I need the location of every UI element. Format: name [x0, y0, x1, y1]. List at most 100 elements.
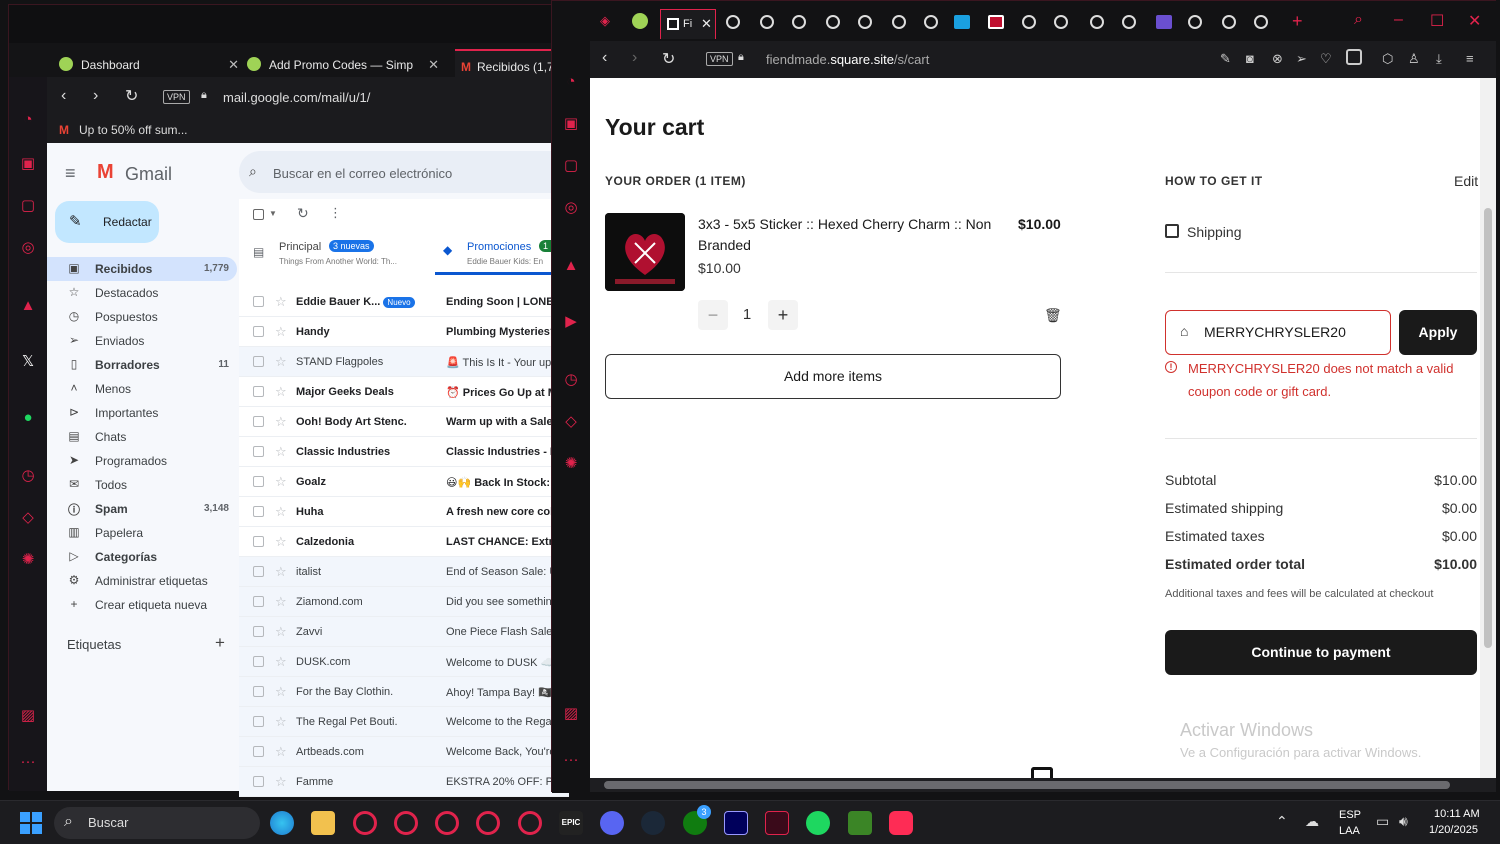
- more-icon[interactable]: ···: [19, 753, 37, 771]
- star-icon[interactable]: ☆: [275, 354, 287, 370]
- settings-icon[interactable]: ✺: [19, 551, 37, 569]
- tab-icon[interactable]: [1054, 15, 1068, 29]
- row-checkbox[interactable]: [253, 356, 264, 367]
- new-tab-icon[interactable]: +: [1292, 11, 1303, 32]
- block-icon[interactable]: ⊗: [1272, 51, 1283, 67]
- email-row[interactable]: ☆ Ziamond.com Did you see something: [239, 587, 569, 617]
- tab-square-cart[interactable]: Fi ✕: [660, 9, 716, 39]
- email-row[interactable]: ☆ The Regal Pet Bouti. Welcome to the Rega…: [239, 707, 569, 737]
- row-checkbox[interactable]: [253, 386, 264, 397]
- tab-icon[interactable]: [760, 15, 774, 29]
- aria-icon[interactable]: ▲: [19, 297, 37, 315]
- tab-icon[interactable]: [988, 15, 1004, 29]
- maximize-icon[interactable]: ☐: [1430, 11, 1444, 31]
- horizontal-scrollbar[interactable]: [590, 778, 1496, 792]
- minecraft-icon[interactable]: [848, 811, 872, 835]
- opera-gx-icon[interactable]: [435, 811, 459, 835]
- edit-link[interactable]: Edit: [1454, 173, 1478, 189]
- edge-icon[interactable]: [270, 811, 294, 835]
- back-icon[interactable]: ‹: [61, 87, 66, 105]
- opera-gx-icon[interactable]: [476, 811, 500, 835]
- tab-icon[interactable]: [726, 15, 740, 29]
- star-icon[interactable]: ☆: [275, 624, 287, 640]
- windows-start-icon[interactable]: [20, 812, 42, 834]
- clock-date[interactable]: 1/20/2025: [1429, 824, 1478, 836]
- star-icon[interactable]: ☆: [275, 534, 287, 550]
- forward-icon[interactable]: ›: [632, 49, 637, 67]
- close-tab-icon[interactable]: ✕: [428, 57, 439, 73]
- nav-item[interactable]: ➢ Enviados: [47, 329, 237, 353]
- star-icon[interactable]: ☆: [275, 474, 287, 490]
- bag-icon[interactable]: ▣: [562, 115, 580, 133]
- minimize-icon[interactable]: –: [1394, 11, 1403, 29]
- discord-icon[interactable]: [600, 811, 624, 835]
- opera-gx-icon[interactable]: [394, 811, 418, 835]
- nav-item[interactable]: ▯ Borradores 11: [47, 353, 237, 377]
- tab-icon[interactable]: [954, 15, 970, 29]
- send-icon[interactable]: ➢: [1296, 51, 1307, 67]
- bag-icon[interactable]: ▣: [19, 155, 37, 173]
- nav-item[interactable]: ➤ Programados: [47, 449, 237, 473]
- tab-promo-codes[interactable]: Add Promo Codes — Simp ✕: [235, 49, 447, 77]
- product-thumbnail[interactable]: [605, 213, 685, 291]
- email-row[interactable]: ☆ Major Geeks Deals ⏰ Prices Go Up at M: [239, 377, 569, 407]
- email-row[interactable]: ☆ italist End of Season Sale: Up: [239, 557, 569, 587]
- wallet-icon[interactable]: [1346, 49, 1362, 65]
- row-checkbox[interactable]: [253, 746, 264, 757]
- row-checkbox[interactable]: [253, 776, 264, 787]
- nav-item[interactable]: + Crear etiqueta nueva: [47, 593, 237, 617]
- add-more-items-button[interactable]: Add more items: [605, 354, 1061, 399]
- speed-dial-icon[interactable]: ◔: [562, 73, 580, 91]
- nav-item[interactable]: ▷ Categorías: [47, 545, 237, 569]
- refresh-icon[interactable]: ↻: [297, 205, 309, 222]
- search-icon[interactable]: ⌕: [249, 163, 257, 180]
- nav-item[interactable]: ◷ Pospuestos: [47, 305, 237, 329]
- settings-icon[interactable]: ✺: [562, 455, 580, 473]
- star-icon[interactable]: ☆: [275, 414, 287, 430]
- email-row[interactable]: ☆ Artbeads.com Welcome Back, You're: [239, 737, 569, 767]
- nav-item[interactable]: ▥ Papelera: [47, 521, 237, 545]
- star-icon[interactable]: ☆: [275, 744, 287, 760]
- scroll-thumb[interactable]: [604, 781, 1450, 789]
- tab-icon[interactable]: [892, 15, 906, 29]
- close-window-icon[interactable]: ✕: [1468, 11, 1481, 31]
- tab-icon[interactable]: [858, 15, 872, 29]
- promo-tab-icon[interactable]: [632, 13, 648, 29]
- email-row[interactable]: ☆ Calzedonia LAST CHANCE: Extra: [239, 527, 569, 557]
- nav-item[interactable]: ☆ Destacados: [47, 281, 237, 305]
- menu-icon[interactable]: ≡: [1466, 51, 1474, 66]
- coupon-input[interactable]: ⌂ MERRYCHRYSLER20: [1165, 310, 1391, 355]
- download-icon[interactable]: ⤓: [1436, 51, 1442, 67]
- url-field[interactable]: fiendmade.square.site/s/cart: [766, 52, 929, 67]
- star-icon[interactable]: ☆: [275, 444, 287, 460]
- more-icon[interactable]: ···: [562, 751, 580, 769]
- tiktok-icon[interactable]: [889, 811, 913, 835]
- close-tab-icon[interactable]: ✕: [701, 16, 712, 32]
- spotify-icon[interactable]: ●: [19, 409, 37, 427]
- video-icon[interactable]: ▶: [562, 313, 580, 331]
- compose-button[interactable]: ✎ Redactar: [55, 201, 159, 243]
- history-icon[interactable]: ◷: [562, 371, 580, 389]
- star-icon[interactable]: ☆: [275, 654, 287, 670]
- cube-icon[interactable]: ⬡: [1382, 51, 1393, 67]
- increase-quantity-button[interactable]: +: [768, 300, 798, 330]
- nav-item[interactable]: ˄ Menos: [47, 377, 237, 401]
- email-row[interactable]: ☆ Ooh! Body Art Stenc. Warm up with a Sale: [239, 407, 569, 437]
- language-indicator[interactable]: ESP: [1339, 809, 1361, 821]
- keyboard-layout[interactable]: LAA: [1339, 825, 1360, 837]
- premiere-icon[interactable]: [724, 811, 748, 835]
- vpn-badge[interactable]: VPN: [163, 90, 190, 104]
- continue-to-payment-button[interactable]: Continue to payment: [1165, 630, 1477, 675]
- row-checkbox[interactable]: [253, 506, 264, 517]
- star-icon[interactable]: ☆: [275, 384, 287, 400]
- email-row[interactable]: ☆ Zavvi One Piece Flash Sale -: [239, 617, 569, 647]
- star-icon[interactable]: ☆: [275, 504, 287, 520]
- star-icon[interactable]: ☆: [275, 684, 287, 700]
- nav-item[interactable]: ⊳ Importantes: [47, 401, 237, 425]
- decrease-quantity-button[interactable]: −: [698, 300, 728, 330]
- steam-icon[interactable]: [641, 811, 665, 835]
- vortex-icon[interactable]: [765, 811, 789, 835]
- nav-item[interactable]: ▤ Chats: [47, 425, 237, 449]
- reload-icon[interactable]: ↻: [662, 49, 675, 69]
- row-checkbox[interactable]: [253, 626, 264, 637]
